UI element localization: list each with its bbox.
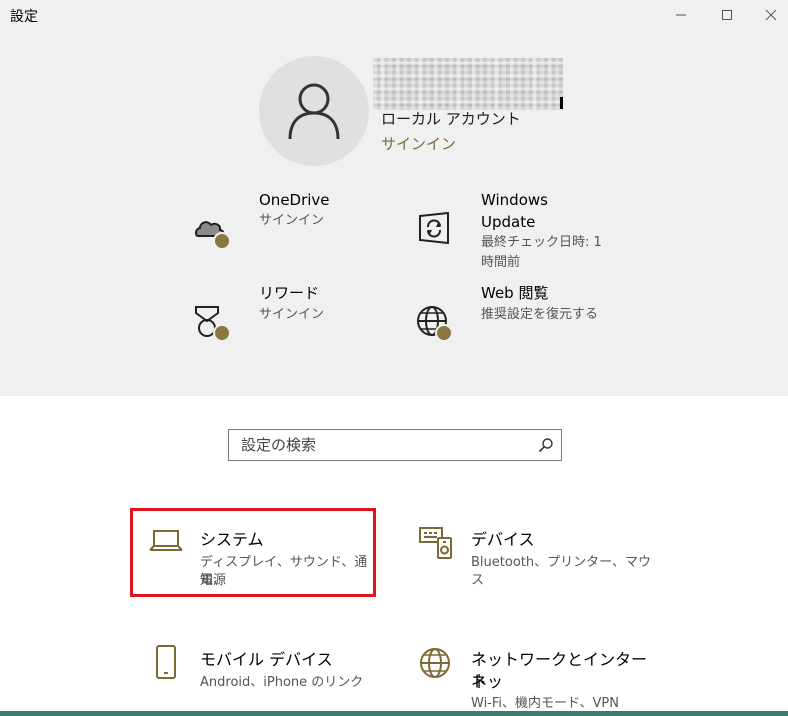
status-badge xyxy=(213,232,231,250)
quick-link-subtitle: サインイン xyxy=(259,307,325,322)
quick-link-subtitle: 推奨設定を復元する xyxy=(481,307,599,322)
category-description-line1: Bluetooth、プリンター、マウス xyxy=(471,555,651,588)
maximize-icon xyxy=(722,10,732,20)
keyboard-printer-icon xyxy=(419,527,452,559)
category-title-line2: ト xyxy=(471,672,488,691)
category-network-internet[interactable]: ネットワークとインターネッ ト Wi-Fi、機内モード、VPN xyxy=(412,640,652,711)
quick-link-subtitle-line2: 時間前 xyxy=(481,255,521,270)
quick-link-subtitle-line1: 最終チェック日時: 1 xyxy=(481,235,602,250)
sync-icon xyxy=(419,211,449,245)
quick-link-subtitle: サインイン xyxy=(259,213,325,228)
phone-icon xyxy=(156,645,176,679)
status-badge xyxy=(213,324,231,342)
quick-link-windows-update[interactable]: Windows Update 最終チェック日時: 1 時間前 xyxy=(412,191,632,274)
taskbar-edge xyxy=(0,711,788,716)
maximize-button[interactable] xyxy=(704,0,750,30)
minimize-icon xyxy=(676,14,686,16)
status-badge xyxy=(435,324,453,342)
search-icon xyxy=(538,438,553,453)
settings-search[interactable] xyxy=(228,429,562,461)
quick-link-title: リワード xyxy=(259,284,320,302)
text-cursor xyxy=(560,97,563,109)
search-input[interactable] xyxy=(229,430,529,459)
avatar xyxy=(259,56,369,166)
category-title-line1: ネットワークとインターネッ xyxy=(471,650,648,691)
close-button[interactable] xyxy=(748,0,788,30)
category-devices[interactable]: デバイス Bluetooth、プリンター、マウス xyxy=(412,520,652,590)
category-description-line1: Android、iPhone のリンク xyxy=(200,675,364,690)
category-mobile-devices[interactable]: モバイル デバイス Android、iPhone のリンク xyxy=(140,640,370,700)
account-signin-link[interactable]: サインイン xyxy=(381,133,456,154)
selection-highlight xyxy=(130,508,376,597)
globe-network-icon xyxy=(420,648,450,678)
close-icon xyxy=(765,9,777,21)
quick-link-title: Web 閲覧 xyxy=(481,284,549,302)
quick-link-web-browsing[interactable]: Web 閲覧 推奨設定を復元する xyxy=(412,284,632,345)
search-button[interactable] xyxy=(535,434,557,456)
quick-link-onedrive[interactable]: OneDrive サインイン xyxy=(190,191,390,252)
quick-link-title-line1: Windows xyxy=(481,191,548,209)
category-title: デバイス xyxy=(471,530,535,549)
window-title: 設定 xyxy=(10,9,38,25)
quick-link-title-line2: Update xyxy=(481,213,536,231)
quick-link-rewards[interactable]: リワード サインイン xyxy=(190,284,390,345)
quick-link-title: OneDrive xyxy=(259,191,330,209)
minimize-button[interactable] xyxy=(658,0,704,30)
category-title: モバイル デバイス xyxy=(200,650,333,669)
account-type: ローカル アカウント xyxy=(381,110,521,128)
user-icon xyxy=(288,83,340,140)
blurred-username xyxy=(373,58,563,110)
